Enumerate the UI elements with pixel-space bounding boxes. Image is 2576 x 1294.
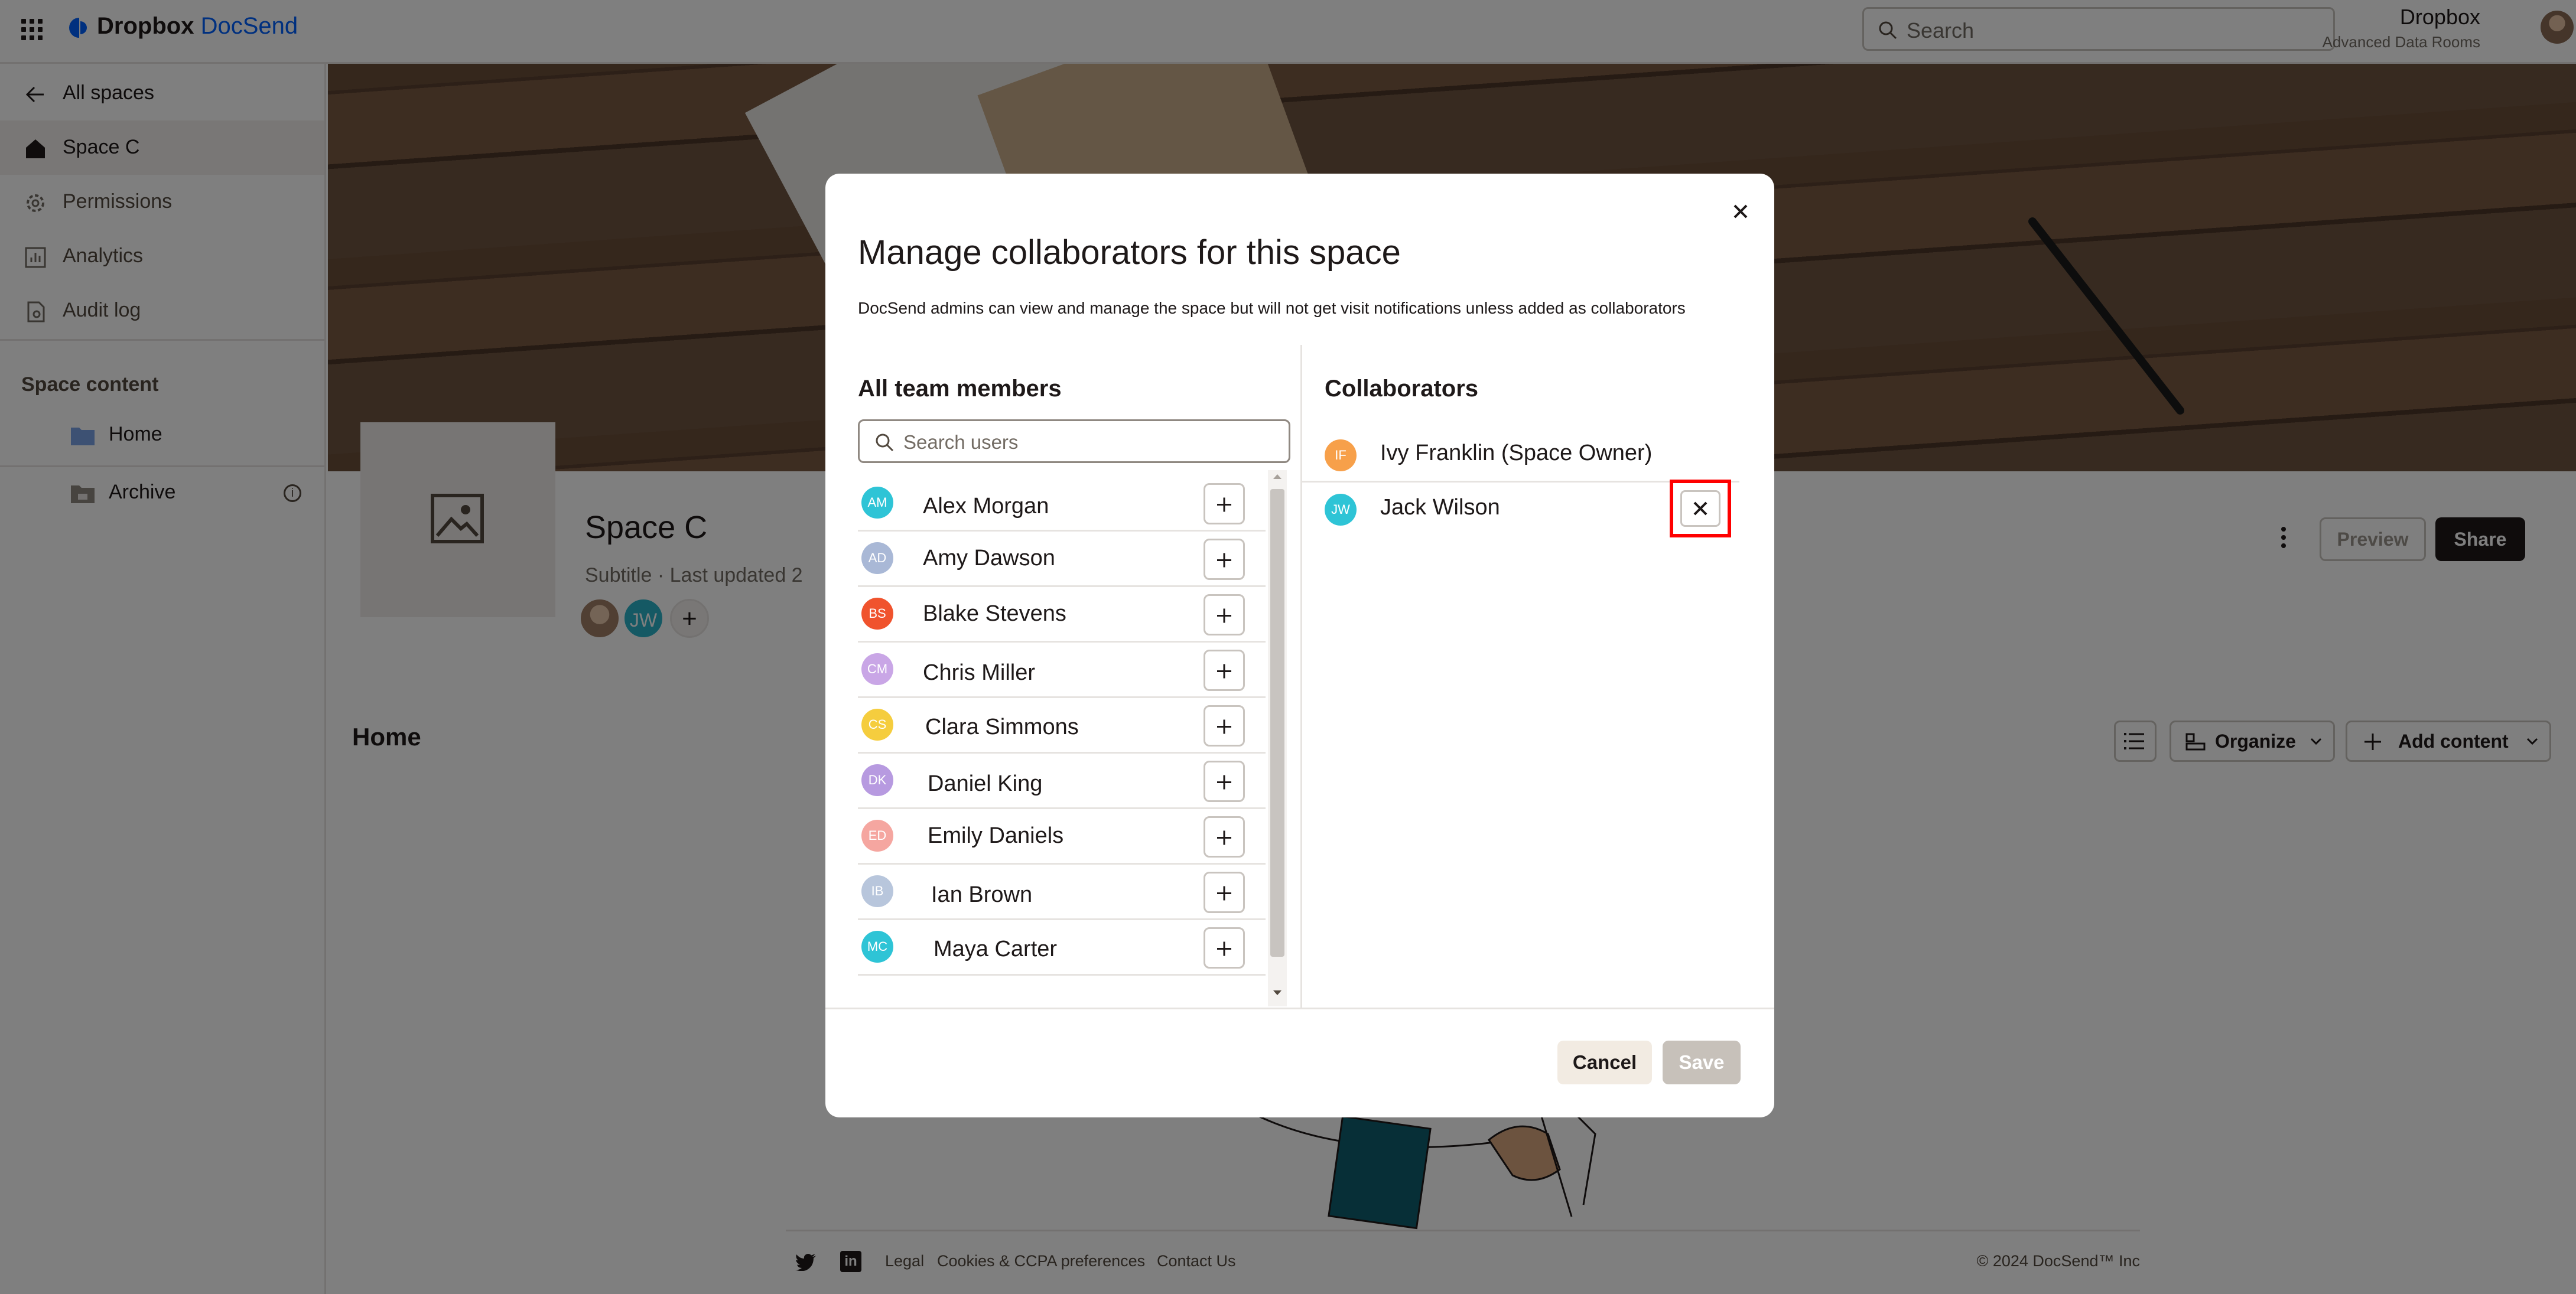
save-button[interactable]: Save [1663,1041,1741,1084]
member-avatar: CM [861,653,893,685]
search-users-input[interactable]: Search users [858,419,1290,463]
add-member-button[interactable] [1204,872,1245,913]
member-avatar: DK [861,764,893,796]
close-icon [1693,501,1707,516]
cancel-button[interactable]: Cancel [1557,1041,1652,1084]
team-members-list: AM Alex Morgan AD Amy Dawson BS Blake St… [858,476,1266,1008]
member-avatar: BS [861,598,893,630]
footer-divider [825,1008,1774,1009]
dialog-description: DocSend admins can view and manage the s… [858,299,1686,317]
remove-collaborator-button[interactable] [1670,480,1731,537]
collaborator-avatar: IF [1325,439,1357,471]
collaborator-avatar: JW [1325,494,1357,526]
dialog-title: Manage collaborators for this space [858,233,1401,272]
add-member-button[interactable] [1204,761,1245,802]
member-name: Chris Miller [923,660,1035,685]
list-item: IB Ian Brown [858,865,1266,920]
list-item: AM Alex Morgan [858,476,1266,532]
member-avatar: AD [861,542,893,574]
member-name: Ian Brown [931,882,1033,907]
list-item: CS Clara Simmons [858,698,1266,754]
member-avatar: IB [861,875,893,907]
search-placeholder: Search users [903,431,1019,453]
member-name: Daniel King [928,771,1043,796]
member-avatar: CS [861,709,893,741]
list-item: MC Maya Carter [858,920,1266,976]
scrollbar-thumb[interactable] [1270,489,1284,957]
collaborator-row: IF Ivy Franklin (Space Owner) [1302,428,1751,482]
members-heading: All team members [858,376,1062,402]
list-item: AD Amy Dawson [858,532,1266,587]
member-name: Emily Daniels [928,823,1064,848]
member-avatar: AM [861,487,893,519]
member-avatar: MC [861,931,893,963]
list-item: BS Blake Stevens [858,587,1266,643]
add-member-button[interactable] [1204,816,1245,858]
add-member-button[interactable] [1204,483,1245,524]
list-item: DK Daniel King [858,754,1266,809]
member-name: Alex Morgan [923,494,1049,519]
add-member-button[interactable] [1204,539,1245,580]
close-icon[interactable] [1724,195,1757,228]
scroll-down-icon[interactable] [1271,989,1283,997]
member-name: Clara Simmons [925,715,1079,739]
add-member-button[interactable] [1204,705,1245,747]
collaborator-name: Ivy Franklin (Space Owner) [1380,441,1653,465]
add-member-button[interactable] [1204,927,1245,969]
member-name: Blake Stevens [923,601,1066,626]
member-avatar: ED [861,820,893,852]
member-name: Maya Carter [934,937,1058,961]
collaborator-name: Jack Wilson [1380,495,1500,520]
collaborators-heading: Collaborators [1325,376,1479,402]
list-item: ED Emily Daniels [858,809,1266,865]
member-name: Amy Dawson [923,546,1055,571]
add-member-button[interactable] [1204,650,1245,691]
search-icon [876,433,894,452]
list-item: CM Chris Miller [858,643,1266,698]
scroll-up-icon[interactable] [1271,472,1283,481]
add-member-button[interactable] [1204,594,1245,635]
